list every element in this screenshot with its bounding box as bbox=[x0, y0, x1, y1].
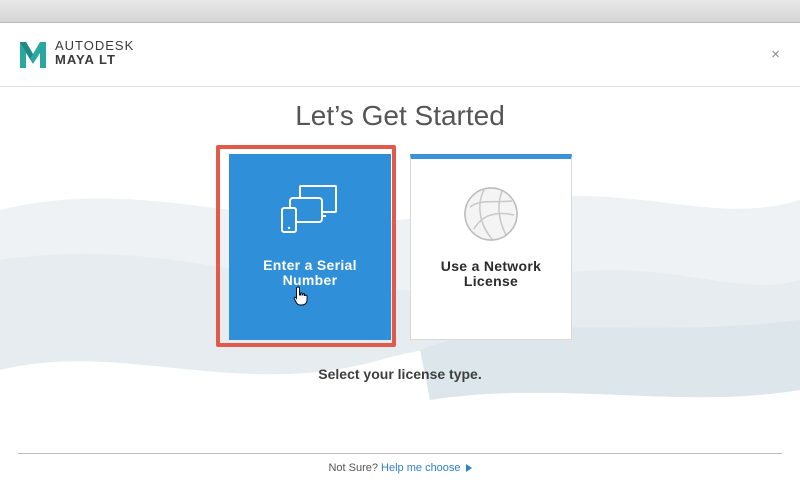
page-title: Let’s Get Started bbox=[295, 100, 505, 131]
dialog-footer: Not Sure? Help me choose bbox=[0, 462, 800, 474]
devices-icon bbox=[281, 185, 337, 233]
hand-pointer-cursor-icon bbox=[293, 286, 308, 306]
serial-card-label: Enter a Serial Number bbox=[229, 258, 391, 288]
network-label-line2: License bbox=[463, 273, 519, 289]
not-sure-text: Not Sure? bbox=[328, 462, 378, 474]
network-card-label: Use a Network License bbox=[411, 259, 571, 289]
help-me-choose-link[interactable]: Help me choose bbox=[381, 462, 461, 474]
dialog-header: AUTODESK MAYA LT × bbox=[0, 22, 800, 88]
maya-m-logo-icon bbox=[20, 42, 46, 68]
serial-label-line2: Number bbox=[282, 272, 338, 288]
network-license-card[interactable]: Use a Network License bbox=[410, 154, 572, 340]
window-titlebar[interactable] bbox=[0, 0, 800, 23]
product-name: MAYA LT bbox=[55, 52, 116, 67]
license-dialog: AUTODESK MAYA LT × Let’s Get Started Ent… bbox=[0, 0, 800, 485]
license-type-prompt: Select your license type. bbox=[318, 366, 482, 382]
brand-logo-text: AUTODESK MAYA LT bbox=[55, 39, 134, 67]
globe-icon bbox=[464, 187, 518, 241]
network-label-line1: Use a Network bbox=[440, 258, 542, 274]
footer-divider bbox=[18, 453, 782, 454]
background-wave-decoration bbox=[0, 195, 800, 400]
enter-serial-number-card[interactable]: Enter a Serial Number bbox=[229, 154, 391, 340]
brand-name: AUTODESK bbox=[55, 38, 135, 53]
serial-label-line1: Enter a Serial bbox=[263, 257, 357, 273]
close-icon[interactable]: × bbox=[771, 46, 780, 63]
header-divider bbox=[0, 86, 800, 87]
play-arrow-icon[interactable] bbox=[465, 464, 472, 472]
